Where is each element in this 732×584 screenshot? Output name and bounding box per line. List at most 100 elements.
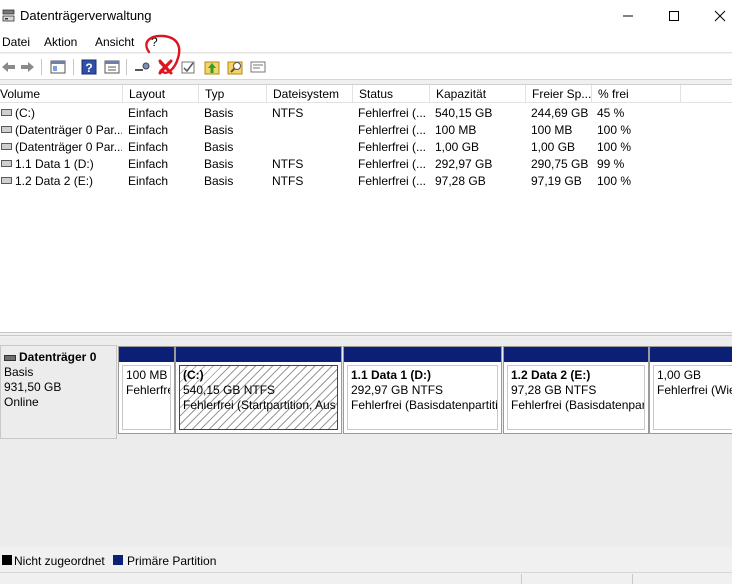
cell-volume: 1.1 Data 1 (D:) [15,157,94,171]
table-row[interactable]: (C:) Einfach Basis NTFS Fehlerfrei (... … [0,105,732,122]
maximize-icon [669,11,679,21]
statusbar-separator [632,574,633,584]
toolbar-separator [126,59,127,75]
legend: Nicht zugeordnet Primäre Partition [0,551,732,571]
partition-c[interactable]: (C:) 540,15 GB NTFS Fehlerfrei (Startpar… [175,346,342,434]
cell-volume: (Datenträger 0 Par... [15,140,122,154]
close-button[interactable] [697,0,732,32]
menu-datei[interactable]: Datei [2,35,30,49]
cell-dateisystem: NTFS [272,174,304,188]
column-header-prozent-frei[interactable]: % frei [592,85,681,103]
toolbar: ? [0,54,732,80]
cell-prozent-frei: 45 % [597,106,625,120]
cell-typ: Basis [204,106,234,120]
toolbar-separator [73,59,74,75]
column-header-typ[interactable]: Typ [199,85,267,103]
close-icon [714,10,726,22]
cell-freier-speicher: 100 MB [531,123,573,137]
toolbar-separator [41,59,42,75]
column-header-status[interactable]: Status [353,85,430,103]
column-header-dateisystem[interactable]: Dateisystem [267,85,353,103]
cell-prozent-frei: 100 % [597,140,632,154]
cell-layout: Einfach [128,157,169,171]
up-icon[interactable] [203,58,221,76]
legend-primary: Primäre Partition [127,554,217,568]
svg-text:?: ? [85,61,92,75]
column-header-freier-speicher[interactable]: Freier Sp... [526,85,592,103]
volume-icon [1,109,12,117]
console-tree-icon[interactable] [49,58,67,76]
partition-type-bar [504,347,648,362]
volume-icon [1,126,12,134]
back-arrow-icon[interactable] [0,58,18,76]
cell-status: Fehlerfrei (... [358,157,427,171]
partition-size: 100 MB [126,368,168,382]
volume-icon [1,160,12,168]
minimize-icon [623,15,633,17]
cell-dateisystem: NTFS [272,106,304,120]
column-header-layout[interactable]: Layout [123,85,199,103]
minimize-button[interactable] [605,0,651,32]
pane-splitter[interactable] [0,332,732,336]
help-icon[interactable]: ? [80,58,98,76]
status-bar [0,572,732,584]
menu-bar: Datei Aktion Ansicht ? [0,32,732,53]
partition-e[interactable]: 1.2 Data 2 (E:) 97,28 GB NTFS Fehlerfrei… [503,346,649,434]
cell-typ: Basis [204,174,234,188]
partition-size: 1,00 GB [657,368,702,382]
disk-state: Online [4,395,39,409]
cell-volume: 1.2 Data 2 (E:) [15,174,94,188]
cell-volume: (Datenträger 0 Par... [15,123,122,137]
partition-efi[interactable]: 100 MB Fehlerfrei (EFI-Systempartition) [118,346,175,434]
partition-recovery[interactable]: 1,00 GB Fehlerfrei (Wie [649,346,732,434]
partition-type-bar [650,347,732,362]
maximize-button[interactable] [651,0,697,32]
disk-info-panel[interactable]: Datenträger 0 Basis 931,50 GB Online [0,345,117,439]
table-row[interactable]: 1.1 Data 1 (D:) Einfach Basis NTFS Fehle… [0,156,732,173]
cell-kapazitaet: 540,15 GB [435,106,493,120]
cell-prozent-frei: 99 % [597,157,625,171]
disk-type: Basis [4,365,34,379]
statusbar-separator [521,574,522,584]
partition-type-bar [176,347,341,362]
menu-aktion[interactable]: Aktion [44,35,77,49]
cell-status: Fehlerfrei (... [358,123,427,137]
partition-status: Fehlerfrei (Basisdatenpartiti [351,398,498,412]
cell-freier-speicher: 1,00 GB [531,140,576,154]
cell-volume: (C:) [15,106,35,120]
cell-kapazitaet: 97,28 GB [435,174,486,188]
partition-d[interactable]: 1.1 Data 1 (D:) 292,97 GB NTFS Fehlerfre… [343,346,502,434]
cell-kapazitaet: 100 MB [435,123,477,137]
forward-arrow-icon[interactable] [18,58,36,76]
red-annotation-circle [145,34,181,75]
disk-management-icon [2,9,15,22]
cell-layout: Einfach [128,174,169,188]
search-icon[interactable] [226,58,244,76]
cell-typ: Basis [204,123,234,137]
legend-swatch-primary [113,555,123,565]
volume-icon [1,143,12,151]
partition-status: Fehlerfrei (Wie [657,383,732,397]
disk-name: Datenträger 0 [19,350,97,364]
list-icon[interactable] [249,58,267,76]
menu-ansicht[interactable]: Ansicht [95,35,134,49]
table-row[interactable]: 1.2 Data 2 (E:) Einfach Basis NTFS Fehle… [0,173,732,190]
cell-freier-speicher: 290,75 GB [531,157,589,171]
cell-status: Fehlerfrei (... [358,174,427,188]
disk-icon [4,354,16,361]
cell-kapazitaet: 1,00 GB [435,140,480,154]
cell-typ: Basis [204,157,234,171]
column-header-kapazitaet[interactable]: Kapazität [430,85,526,103]
table-row[interactable]: (Datenträger 0 Par... Einfach Basis Fehl… [0,139,732,156]
cell-status: Fehlerfrei (... [358,106,427,120]
table-row[interactable]: (Datenträger 0 Par... Einfach Basis Fehl… [0,122,732,139]
properties-icon[interactable] [103,58,121,76]
cell-prozent-frei: 100 % [597,123,632,137]
column-header-volume[interactable]: Volume [0,85,123,103]
legend-unallocated: Nicht zugeordnet [14,554,105,568]
volume-icon [1,177,12,185]
cell-status: Fehlerfrei (... [358,140,427,154]
partition-name: 1.1 Data 1 (D:) [351,368,432,382]
partition-type-bar [119,347,174,362]
partition-size: 97,28 GB NTFS [511,383,597,397]
